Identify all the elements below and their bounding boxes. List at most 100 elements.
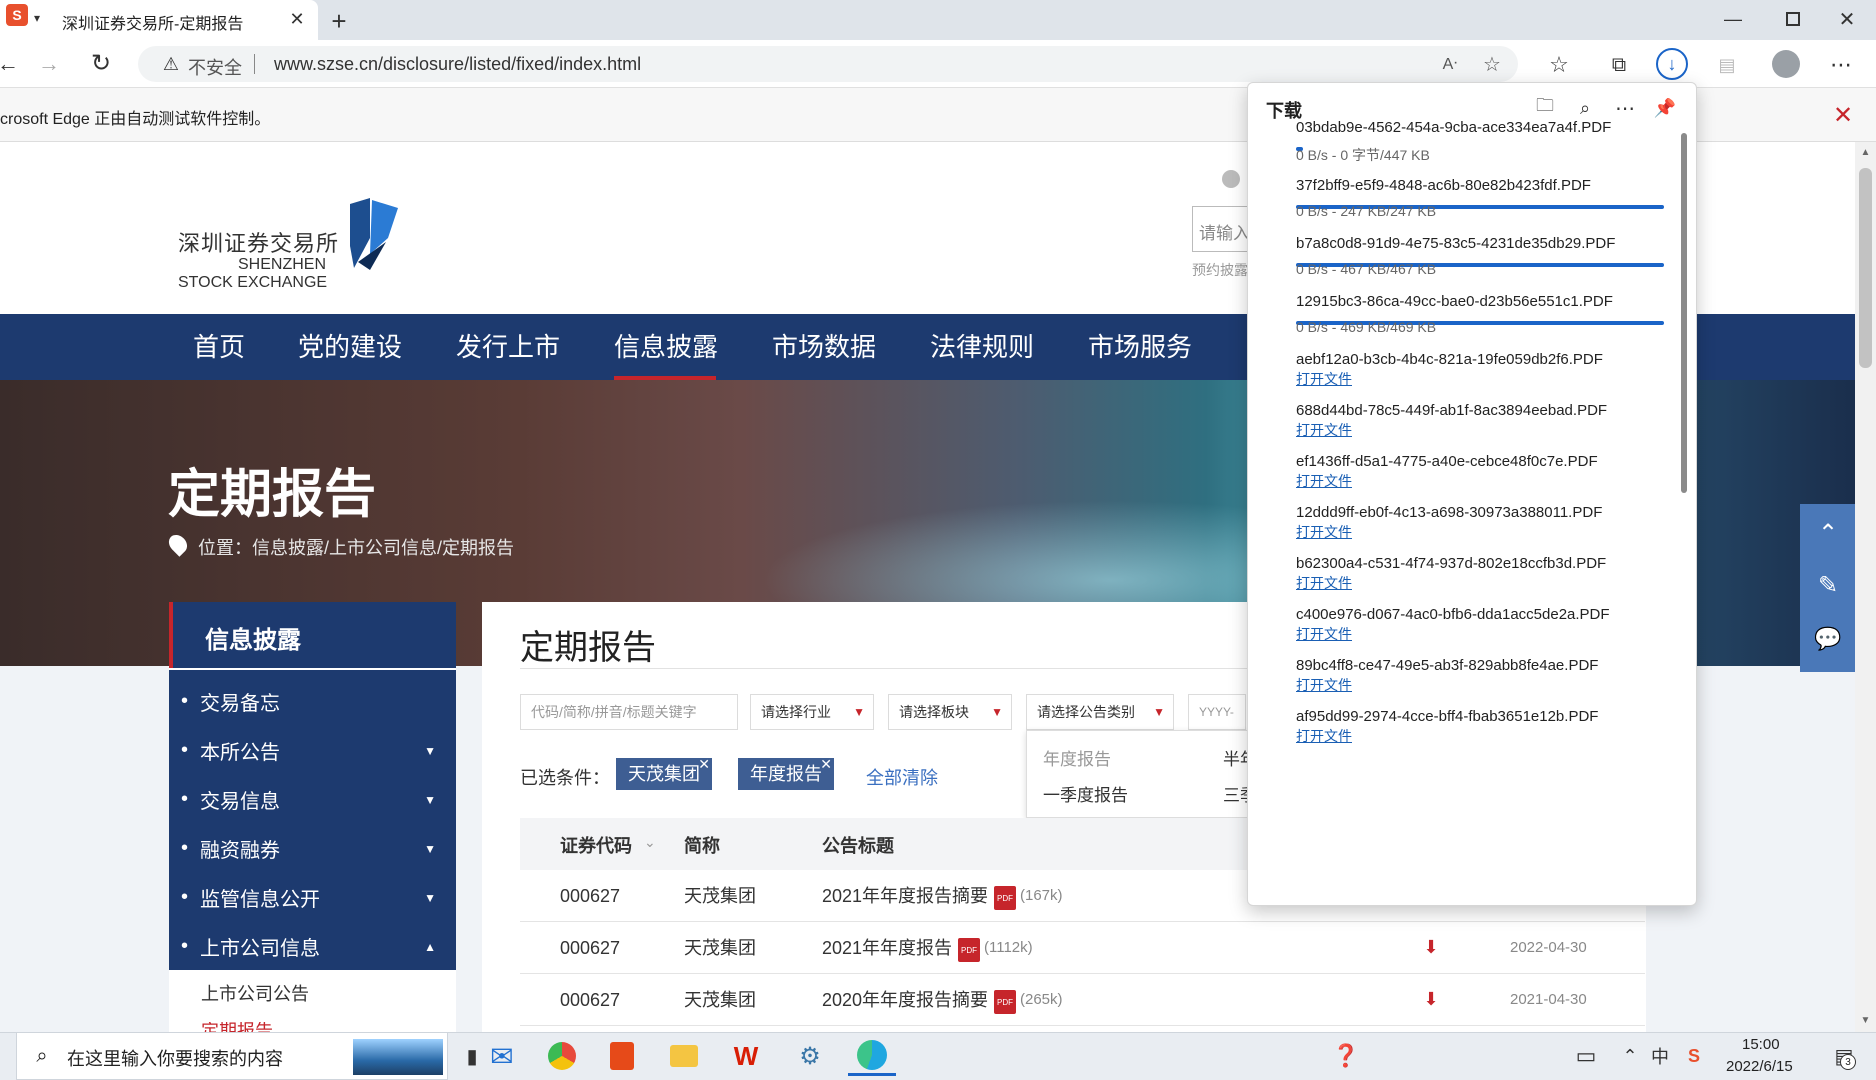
dropdown-option-q1[interactable]: 一季度报告 <box>1043 781 1128 806</box>
sidebar-item-supervision[interactable]: • 监管信息公开 ▼ <box>169 873 456 922</box>
infobar-close-icon[interactable]: ✕ <box>1828 100 1858 130</box>
download-filename[interactable]: 12915bc3-86ca-49cc-bae0-d23b56e551c1.PDF <box>1296 293 1613 310</box>
open-file-link[interactable]: 打开文件 <box>1296 573 1352 593</box>
nav-item-disclosure[interactable]: 信息披露 <box>606 314 726 380</box>
download-filename[interactable]: b7a8c0d8-91d9-4e75-83c5-4231de35db29.PDF <box>1296 235 1615 252</box>
download-filename[interactable]: af95dd99-2974-4cce-bff4-fbab3651e12b.PDF <box>1296 708 1598 725</box>
python-app-icon[interactable]: ⚙ <box>786 1036 834 1076</box>
edge-app-icon[interactable] <box>848 1036 896 1076</box>
wechat-icon[interactable]: 💬 <box>1810 624 1846 654</box>
mail-app-icon[interactable]: ✉ <box>478 1036 526 1076</box>
open-file-link[interactable]: 打开文件 <box>1296 471 1352 491</box>
folder-icon[interactable]: 🗀 <box>1532 95 1558 121</box>
site-search-input[interactable]: 请输入 <box>1192 206 1252 252</box>
forward-icon[interactable]: → <box>34 50 64 78</box>
category-select[interactable]: 请选择公告类别 ▼ <box>1026 694 1174 730</box>
tab-close-icon[interactable]: ✕ <box>286 8 308 30</box>
open-file-link[interactable]: 打开文件 <box>1296 675 1352 695</box>
sogou-ime-icon[interactable]: S <box>1670 1036 1718 1076</box>
back-icon[interactable]: ← <box>0 50 19 78</box>
download-filename[interactable]: 37f2bff9-e5f9-4848-ac6b-80e82b423fdf.PDF <box>1296 177 1591 194</box>
more-menu-icon[interactable]: ⋯ <box>1826 50 1856 80</box>
download-filename[interactable]: b62300a4-c531-4f74-937d-802e18ccfb3d.PDF <box>1296 555 1606 572</box>
breadcrumb[interactable]: 位置：信息披露/上市公司信息/定期报告 <box>198 534 514 560</box>
downloads-icon[interactable]: ↓ <box>1656 48 1688 80</box>
scroll-down-icon[interactable]: ▼ <box>1855 1014 1876 1026</box>
feedback-icon[interactable]: ✎ <box>1810 570 1846 600</box>
nav-item-listing[interactable]: 发行上市 <box>448 314 568 380</box>
sidebar-subitem-periodic[interactable]: 定期报告 <box>201 1022 273 1032</box>
sidebar-item-trading-memo[interactable]: • 交易备忘 <box>169 677 456 726</box>
board-select[interactable]: 请选择板块 ▼ <box>888 694 1012 730</box>
scroll-thumb[interactable] <box>1859 168 1872 368</box>
sidebar-item-trading-info[interactable]: • 交易信息 ▼ <box>169 775 456 824</box>
nav-item-services[interactable]: 市场服务 <box>1080 314 1200 380</box>
date-input[interactable]: YYYY- <box>1188 694 1246 730</box>
favorites-icon[interactable]: ☆ <box>1544 50 1574 80</box>
download-filename[interactable]: aebf12a0-b3cb-4b4c-821a-19fe059db2f6.PDF <box>1296 351 1603 368</box>
selected-tag-company[interactable]: 天茂集团 ✕ <box>616 756 712 790</box>
office-app-icon[interactable] <box>598 1036 646 1076</box>
page-scrollbar[interactable]: ▲ ▼ <box>1855 142 1876 1032</box>
window-close-icon[interactable]: ✕ <box>1834 6 1860 32</box>
pdf-icon[interactable]: PDF <box>958 938 980 962</box>
cell-title-link[interactable]: 2020年年度报告摘要 <box>822 974 988 1026</box>
industry-select[interactable]: 请选择行业 ▼ <box>750 694 874 730</box>
tag-remove-icon[interactable]: ✕ <box>698 748 710 780</box>
download-arrow-icon[interactable]: ⬇ <box>1420 988 1442 1010</box>
user-icon[interactable] <box>1222 170 1240 188</box>
browser-tab[interactable]: S ▾ 深圳证券交易所-定期报告 ✕ <box>0 0 318 40</box>
open-file-link[interactable]: 打开文件 <box>1296 522 1352 542</box>
dropdown-option-annual[interactable]: 年度报告 <box>1043 745 1111 770</box>
download-filename[interactable]: 03bdab9e-4562-454a-9cba-ace334ea7a4f.PDF <box>1296 119 1611 136</box>
chrome-app-icon[interactable] <box>538 1036 586 1076</box>
search-icon[interactable]: ⌕ <box>1572 95 1598 121</box>
nav-item-party[interactable]: 党的建设 <box>290 314 410 380</box>
search-hint[interactable]: 预约披露 <box>1192 260 1248 280</box>
read-aloud-icon[interactable]: Aᐧ <box>1438 52 1462 76</box>
clock-time[interactable]: 15:00 <box>1742 1036 1780 1053</box>
back-to-top-icon[interactable]: ⌃ <box>1810 518 1846 548</box>
download-filename[interactable]: 89bc4ff8-ce47-49e5-ab3f-829abb8fe4ae.PDF <box>1296 657 1598 674</box>
nav-item-rules[interactable]: 法律规则 <box>922 314 1042 380</box>
site-logo[interactable]: 深圳证券交易所 SHENZHEN STOCK EXCHANGE <box>178 192 408 292</box>
sidebar-subitem-announcements[interactable]: 上市公司公告 <box>201 980 309 1006</box>
add-favorite-icon[interactable]: ☆ <box>1480 52 1504 76</box>
security-label[interactable]: 不安全 <box>188 54 242 80</box>
pdf-icon[interactable]: PDF <box>994 990 1016 1014</box>
sidebar-item-margin[interactable]: • 融资融券 ▼ <box>169 824 456 873</box>
help-icon[interactable]: ❓ <box>1322 1036 1370 1076</box>
refresh-icon[interactable]: ↻ <box>86 48 116 78</box>
download-arrow-icon[interactable]: ⬇ <box>1420 936 1442 958</box>
cell-title-link[interactable]: 2021年年度报告摘要 <box>822 870 988 922</box>
nav-item-market-data[interactable]: 市场数据 <box>764 314 884 380</box>
download-filename[interactable]: ef1436ff-d5a1-4775-a40e-cebce48f0c7e.PDF <box>1296 453 1598 470</box>
minimize-icon[interactable]: — <box>1720 8 1746 30</box>
clear-all-link[interactable]: 全部清除 <box>866 764 938 790</box>
tag-remove-icon[interactable]: ✕ <box>820 748 832 780</box>
keyword-input[interactable]: 代码/简称/拼音/标题关键字 <box>520 694 738 730</box>
flyout-scrollbar-thumb[interactable] <box>1681 133 1687 493</box>
pdf-icon[interactable]: PDF <box>994 886 1016 910</box>
sidebar-item-listed-company[interactable]: • 上市公司信息 ▲ <box>169 922 456 971</box>
new-tab-button[interactable]: + <box>324 6 354 36</box>
open-file-link[interactable]: 打开文件 <box>1296 420 1352 440</box>
extensions-icon[interactable]: ▤ <box>1712 50 1742 80</box>
sort-chevron-icon[interactable]: ⌄ <box>644 834 656 851</box>
url-box[interactable]: ⚠ 不安全 www.szse.cn/disclosure/listed/fixe… <box>138 46 1518 82</box>
scroll-up-icon[interactable]: ▲ <box>1855 146 1876 158</box>
nav-item-home[interactable]: 首页 <box>178 314 260 380</box>
url-text[interactable]: www.szse.cn/disclosure/listed/fixed/inde… <box>274 54 641 75</box>
explorer-app-icon[interactable] <box>660 1036 708 1076</box>
cell-title-link[interactable]: 2021年年度报告 <box>822 922 952 974</box>
wps-app-icon[interactable]: W <box>722 1036 770 1076</box>
download-filename[interactable]: 12ddd9ff-eb0f-4c13-a698-30973a388011.PDF <box>1296 504 1602 521</box>
download-filename[interactable]: 688d44bd-78c5-449f-ab1f-8ac3894eebad.PDF <box>1296 402 1607 419</box>
open-file-link[interactable]: 打开文件 <box>1296 726 1352 746</box>
open-file-link[interactable]: 打开文件 <box>1296 369 1352 389</box>
clock-date[interactable]: 2022/6/15 <box>1726 1058 1793 1075</box>
open-file-link[interactable]: 打开文件 <box>1296 624 1352 644</box>
profile-avatar[interactable] <box>1772 50 1800 78</box>
display-icon[interactable]: ▭ <box>1562 1036 1610 1076</box>
sidebar-item-announcements[interactable]: • 本所公告 ▼ <box>169 726 456 775</box>
